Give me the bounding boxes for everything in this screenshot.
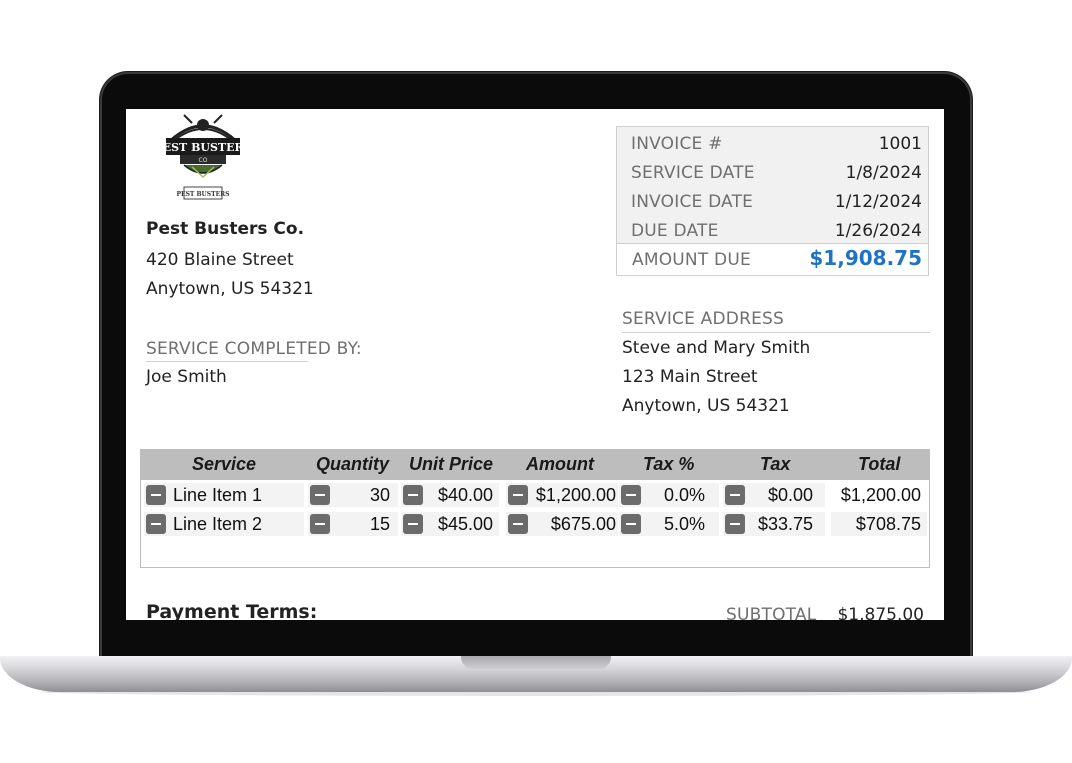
total-text: $708.75 <box>855 514 921 534</box>
amount-due-row: AMOUNT DUE $1,908.75 <box>616 243 929 276</box>
quantity-cell[interactable]: 15 <box>308 512 398 536</box>
subtotal-value: $1,875.00 <box>837 605 924 620</box>
total-cell: $708.75 <box>831 512 927 536</box>
service-date-value[interactable]: 1/8/2024 <box>846 163 922 183</box>
quantity-text: 30 <box>369 485 390 505</box>
amount-cell[interactable]: $1,200.00 <box>506 483 618 507</box>
remove-row-minus-icon[interactable] <box>146 514 166 534</box>
svg-text:PEST BUSTERS: PEST BUSTERS <box>177 191 230 198</box>
table-row: Line Item 1 30 $40.00 $1,200.00 0.0% $0.… <box>141 480 929 508</box>
tax-text: $33.75 <box>757 514 813 534</box>
tax-pct-cell[interactable]: 5.0% <box>619 512 719 536</box>
header-tax: Tax <box>760 454 791 474</box>
due-date-row: DUE DATE 1/26/2024 <box>631 219 922 243</box>
unit-price-cell[interactable]: $40.00 <box>401 483 499 507</box>
decrement-minus-icon[interactable] <box>725 514 745 534</box>
tax-pct-text: 0.0% <box>663 485 705 505</box>
quantity-text: 15 <box>369 514 390 534</box>
amount-cell[interactable]: $675.00 <box>506 512 618 536</box>
decrement-minus-icon[interactable] <box>508 514 528 534</box>
logo-wordmark: PEST BUSTERS <box>162 141 244 154</box>
invoice-date-label: INVOICE DATE <box>631 192 754 212</box>
company-logo: PEST BUSTERS CO PEST BUSTERS <box>154 111 252 203</box>
header-tax-pct: Tax % <box>643 454 695 474</box>
laptop-notch <box>461 656 611 669</box>
service-date-row: SERVICE DATE 1/8/2024 <box>631 161 922 185</box>
service-address-line3[interactable]: Anytown, US 54321 <box>622 396 790 416</box>
invoice-date-row: INVOICE DATE 1/12/2024 <box>631 190 922 214</box>
decrement-minus-icon[interactable] <box>310 485 330 505</box>
amount-text: $1,200.00 <box>535 485 616 505</box>
unit-price-text: $40.00 <box>437 485 493 505</box>
service-address-line2[interactable]: 123 Main Street <box>622 367 758 387</box>
unit-price-cell[interactable]: $45.00 <box>401 512 499 536</box>
tax-pct-text: 5.0% <box>663 514 705 534</box>
table-row: Line Item 2 15 $45.00 $675.00 5.0% $33.7… <box>141 509 929 537</box>
decrement-minus-icon[interactable] <box>403 485 423 505</box>
invoice-meta-box: INVOICE # 1001 SERVICE DATE 1/8/2024 INV… <box>616 126 929 276</box>
tax-pct-cell[interactable]: 0.0% <box>619 483 719 507</box>
remove-row-minus-icon[interactable] <box>146 485 166 505</box>
decrement-minus-icon[interactable] <box>725 485 745 505</box>
line-items-table: Service Quantity Unit Price Amount Tax %… <box>140 449 930 568</box>
svg-text:CO: CO <box>199 157 208 164</box>
decrement-minus-icon[interactable] <box>621 514 641 534</box>
header-service: Service <box>192 454 257 474</box>
header-quantity: Quantity <box>316 454 390 474</box>
service-address-divider <box>622 332 930 333</box>
service-date-label: SERVICE DATE <box>631 163 755 183</box>
total-cell: $1,200.00 <box>831 483 927 507</box>
decrement-minus-icon[interactable] <box>508 485 528 505</box>
service-text: Line Item 1 <box>173 485 263 505</box>
company-address-line2: Anytown, US 54321 <box>146 279 314 299</box>
service-cell[interactable]: Line Item 2 <box>144 512 304 536</box>
invoice-number-value[interactable]: 1001 <box>879 134 922 154</box>
invoice-date-value[interactable]: 1/12/2024 <box>835 192 922 212</box>
header-unit-price: Unit Price <box>409 454 494 474</box>
pest-busters-logo-icon: PEST BUSTERS CO PEST BUSTERS <box>154 114 252 200</box>
decrement-minus-icon[interactable] <box>621 485 641 505</box>
tax-text: $0.00 <box>767 485 813 505</box>
decrement-minus-icon[interactable] <box>403 514 423 534</box>
payment-terms-label: Payment Terms: <box>146 601 318 620</box>
decrement-minus-icon[interactable] <box>310 514 330 534</box>
invoice-number-row: INVOICE # 1001 <box>631 132 922 156</box>
due-date-label: DUE DATE <box>631 221 719 241</box>
unit-price-text: $45.00 <box>437 514 493 534</box>
total-text: $1,200.00 <box>840 485 921 505</box>
service-address-line1[interactable]: Steve and Mary Smith <box>622 338 810 358</box>
header-amount: Amount <box>526 454 594 474</box>
amount-text: $675.00 <box>550 514 616 534</box>
amount-due-value: $1,908.75 <box>809 246 922 270</box>
service-completed-by-divider <box>146 361 308 362</box>
due-date-value[interactable]: 1/26/2024 <box>835 221 922 241</box>
tax-cell[interactable]: $0.00 <box>723 483 825 507</box>
technician-name[interactable]: Joe Smith <box>146 367 227 387</box>
invoice-number-label: INVOICE # <box>631 134 723 154</box>
subtotal-label: SUBTOTAL <box>726 605 817 620</box>
amount-due-label: AMOUNT DUE <box>632 250 751 270</box>
header-total: Total <box>858 454 901 474</box>
service-text: Line Item 2 <box>173 514 263 534</box>
company-address-line1: 420 Blaine Street <box>146 250 294 270</box>
laptop-screen: PEST BUSTERS CO PEST BUSTERS Pest Buster… <box>126 109 944 620</box>
table-header: Service Quantity Unit Price Amount Tax %… <box>141 450 929 480</box>
service-completed-by-label: SERVICE COMPLETED BY: <box>146 339 362 359</box>
quantity-cell[interactable]: 30 <box>308 483 398 507</box>
service-address-label: SERVICE ADDRESS <box>622 309 785 329</box>
service-cell[interactable]: Line Item 1 <box>144 483 304 507</box>
tax-cell[interactable]: $33.75 <box>723 512 825 536</box>
company-name: Pest Busters Co. <box>146 219 305 239</box>
